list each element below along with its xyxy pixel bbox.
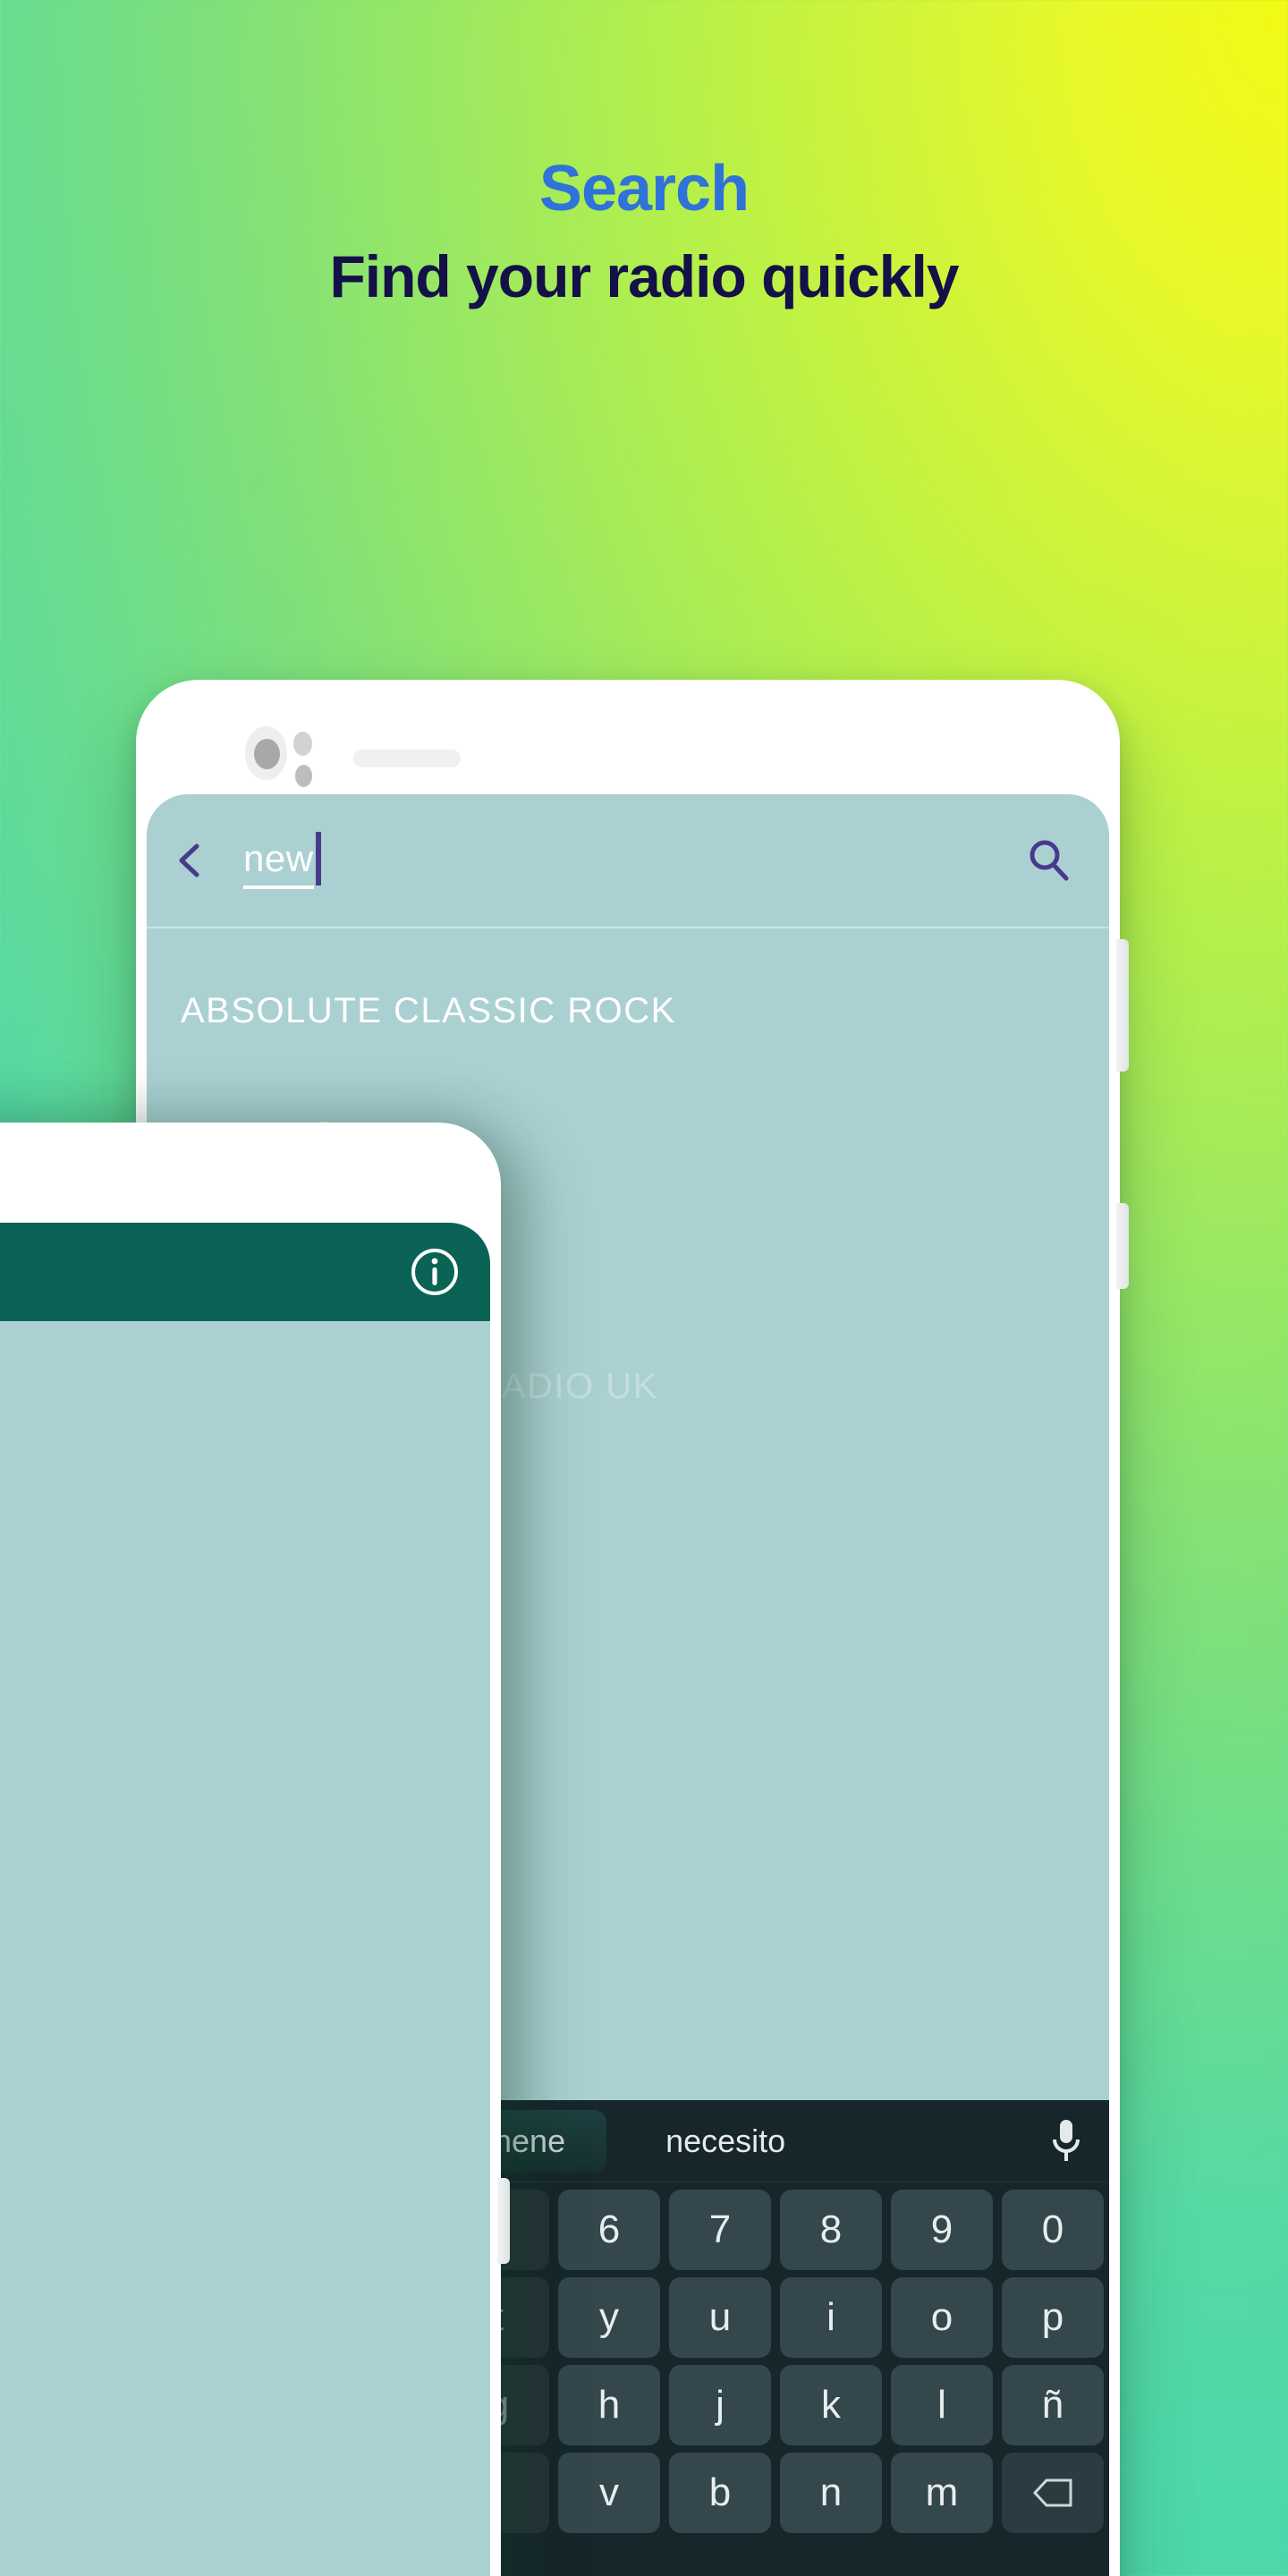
key-enye[interactable]: ñ (1002, 2365, 1104, 2445)
list-item[interactable]: ABSOLUTE CLASSIC ROCK (147, 948, 1109, 1073)
key-l[interactable]: l (891, 2365, 993, 2445)
key-v[interactable]: v (558, 2453, 660, 2533)
front-phone-content (0, 1321, 490, 2576)
text-cursor (315, 832, 321, 886)
sensor-dot-icon (293, 732, 312, 756)
key-k[interactable]: k (780, 2365, 882, 2445)
on-screen-keyboard: nene necesito 5 6 7 8 9 0 t y u i o p (442, 2100, 1109, 2576)
front-phone-power-button[interactable] (497, 2178, 510, 2264)
keyboard-suggestion-strip: nene necesito (442, 2100, 1109, 2182)
search-bar: new (147, 794, 1109, 927)
front-phone-notch (0, 1123, 501, 1221)
key-8[interactable]: 8 (780, 2190, 882, 2270)
search-icon[interactable] (1025, 837, 1072, 884)
key-y[interactable]: y (558, 2277, 660, 2358)
key-p[interactable]: p (1002, 2277, 1104, 2358)
key-j[interactable]: j (669, 2365, 771, 2445)
key-0[interactable]: 0 (1002, 2190, 1104, 2270)
app-bar: adio (0, 1223, 490, 1321)
key-i[interactable]: i (780, 2277, 882, 2358)
info-circle-icon[interactable] (410, 1247, 460, 1297)
page-subtitle: Find your radio quickly (329, 243, 959, 309)
back-phone-volume-button[interactable] (1116, 939, 1129, 1072)
keyboard-row-numbers: 5 6 7 8 9 0 (442, 2182, 1109, 2270)
search-input-value: new (243, 837, 314, 889)
key-b[interactable]: b (669, 2453, 771, 2533)
key-7[interactable]: 7 (669, 2190, 771, 2270)
back-phone-power-button[interactable] (1116, 1203, 1129, 1289)
search-bar-divider (147, 927, 1109, 928)
key-6[interactable]: 6 (558, 2190, 660, 2270)
hero-heading: Search Find your radio quickly (0, 157, 1288, 310)
key-n[interactable]: n (780, 2453, 882, 2533)
suggestion-chip[interactable]: necesito (665, 2123, 785, 2160)
front-phone-screen: adio (0, 1223, 490, 2576)
front-phone-device: adio (0, 1123, 510, 2576)
key-u[interactable]: u (669, 2277, 771, 2358)
microphone-icon[interactable] (1048, 2118, 1084, 2165)
keyboard-row-home: g h j k l ñ (442, 2358, 1109, 2445)
key-m[interactable]: m (891, 2453, 993, 2533)
key-h[interactable]: h (558, 2365, 660, 2445)
key-9[interactable]: 9 (891, 2190, 993, 2270)
keyboard-row-top: t y u i o p (442, 2270, 1109, 2358)
key-o[interactable]: o (891, 2277, 993, 2358)
chevron-left-icon[interactable] (172, 842, 209, 879)
sensor-dot-secondary-icon (295, 765, 312, 787)
page-title: Search (538, 153, 750, 225)
search-input[interactable]: new (243, 832, 1025, 889)
back-phone-notch (136, 680, 1120, 792)
keyboard-row-bottom: v b n m (442, 2445, 1109, 2533)
backspace-icon[interactable] (1002, 2453, 1104, 2533)
camera-aperture-icon (254, 739, 280, 769)
earpiece-speaker (353, 750, 461, 767)
